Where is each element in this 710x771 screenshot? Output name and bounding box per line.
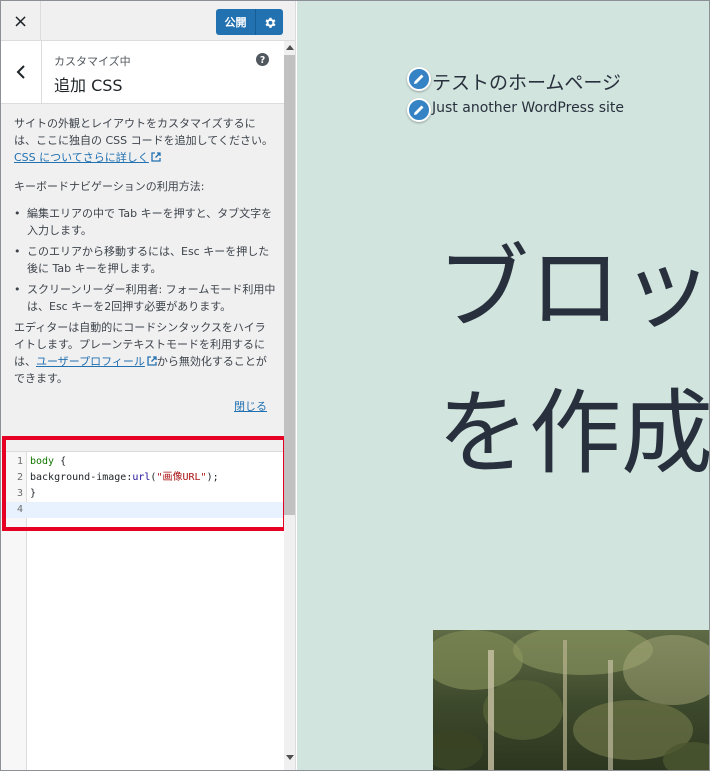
- featured-image: [433, 630, 709, 770]
- gear-icon: [265, 17, 276, 28]
- keyboard-nav-heading: キーボードナビゲーションの利用方法:: [14, 180, 205, 193]
- publish-group: 公開: [216, 9, 283, 35]
- pencil-icon: [414, 74, 424, 84]
- publish-button[interactable]: 公開: [216, 9, 256, 35]
- user-profile-link[interactable]: ユーザープロフィール: [36, 355, 145, 368]
- code-line[interactable]: 1 body {: [1, 454, 284, 470]
- code-line[interactable]: 2 background-image:url("画像URL");: [1, 470, 284, 486]
- list-item: このエリアから移動するには、Esc キーを押した後に Tab キーを押します。: [14, 243, 276, 277]
- site-title[interactable]: テストのホームページ: [432, 68, 621, 95]
- list-item: 編集エリアの中で Tab キーを押すと、タブ文字を入力します。: [14, 205, 276, 239]
- external-link-icon: [151, 152, 161, 162]
- site-description: Just another WordPress site: [432, 100, 625, 116]
- scroll-down-arrow-icon[interactable]: [286, 755, 294, 760]
- pencil-icon: [414, 105, 424, 115]
- external-link-icon: [147, 356, 157, 366]
- chevron-left-icon: [16, 65, 25, 79]
- description-paragraph: サイトの外観とレイアウトをカスタマイズするには、ここに独自の CSS コードを追…: [14, 117, 273, 164]
- back-button[interactable]: [1, 41, 42, 103]
- css-learn-more-link[interactable]: CSS についてさらに詳しく: [14, 151, 149, 164]
- list-item: スクリーンリーダー利用者: フォームモード利用中は、Esc キーを2回押す必要が…: [14, 281, 276, 315]
- scroll-up-arrow-icon[interactable]: [286, 45, 294, 50]
- customizer-sidebar: × 公開 カスタマイズ中 追加 CSS ? サイトの外観とレイアウトをカスタマイ…: [1, 1, 296, 770]
- customizer-window: × 公開 カスタマイズ中 追加 CSS ? サイトの外観とレイアウトをカスタマイ…: [0, 0, 710, 771]
- scrollbar-thumb[interactable]: [284, 55, 295, 515]
- edit-site-title-button[interactable]: [407, 67, 431, 91]
- site-preview: テストのホームページ Just another WordPress site ブ…: [297, 1, 710, 770]
- close-description-link[interactable]: 閉じる: [234, 398, 267, 415]
- section-subtitle: カスタマイズ中: [54, 55, 131, 68]
- close-customizer-button[interactable]: ×: [1, 1, 41, 41]
- edit-site-description-button[interactable]: [407, 98, 431, 122]
- code-line[interactable]: 3 }: [1, 486, 284, 502]
- section-title: 追加 CSS: [54, 76, 123, 95]
- code-line-active[interactable]: 4: [1, 502, 284, 518]
- section-header: カスタマイズ中 追加 CSS ?: [1, 41, 284, 104]
- svg-text:?: ?: [260, 55, 265, 66]
- keyboard-nav-list: 編集エリアの中で Tab キーを押すと、タブ文字を入力します。 このエリアから移…: [14, 205, 276, 319]
- editor-note-paragraph: エディターは自動的にコードシンタックスをハイライトします。プレーンテキストモード…: [14, 321, 267, 385]
- css-code-editor[interactable]: 1 body { 2 background-image:url("画像URL")…: [1, 451, 284, 770]
- hero-heading: ブロッ を作成: [437, 235, 710, 487]
- customizer-topbar: × 公開: [1, 1, 295, 41]
- publish-settings-button[interactable]: [256, 9, 283, 35]
- help-icon[interactable]: ?: [256, 53, 269, 66]
